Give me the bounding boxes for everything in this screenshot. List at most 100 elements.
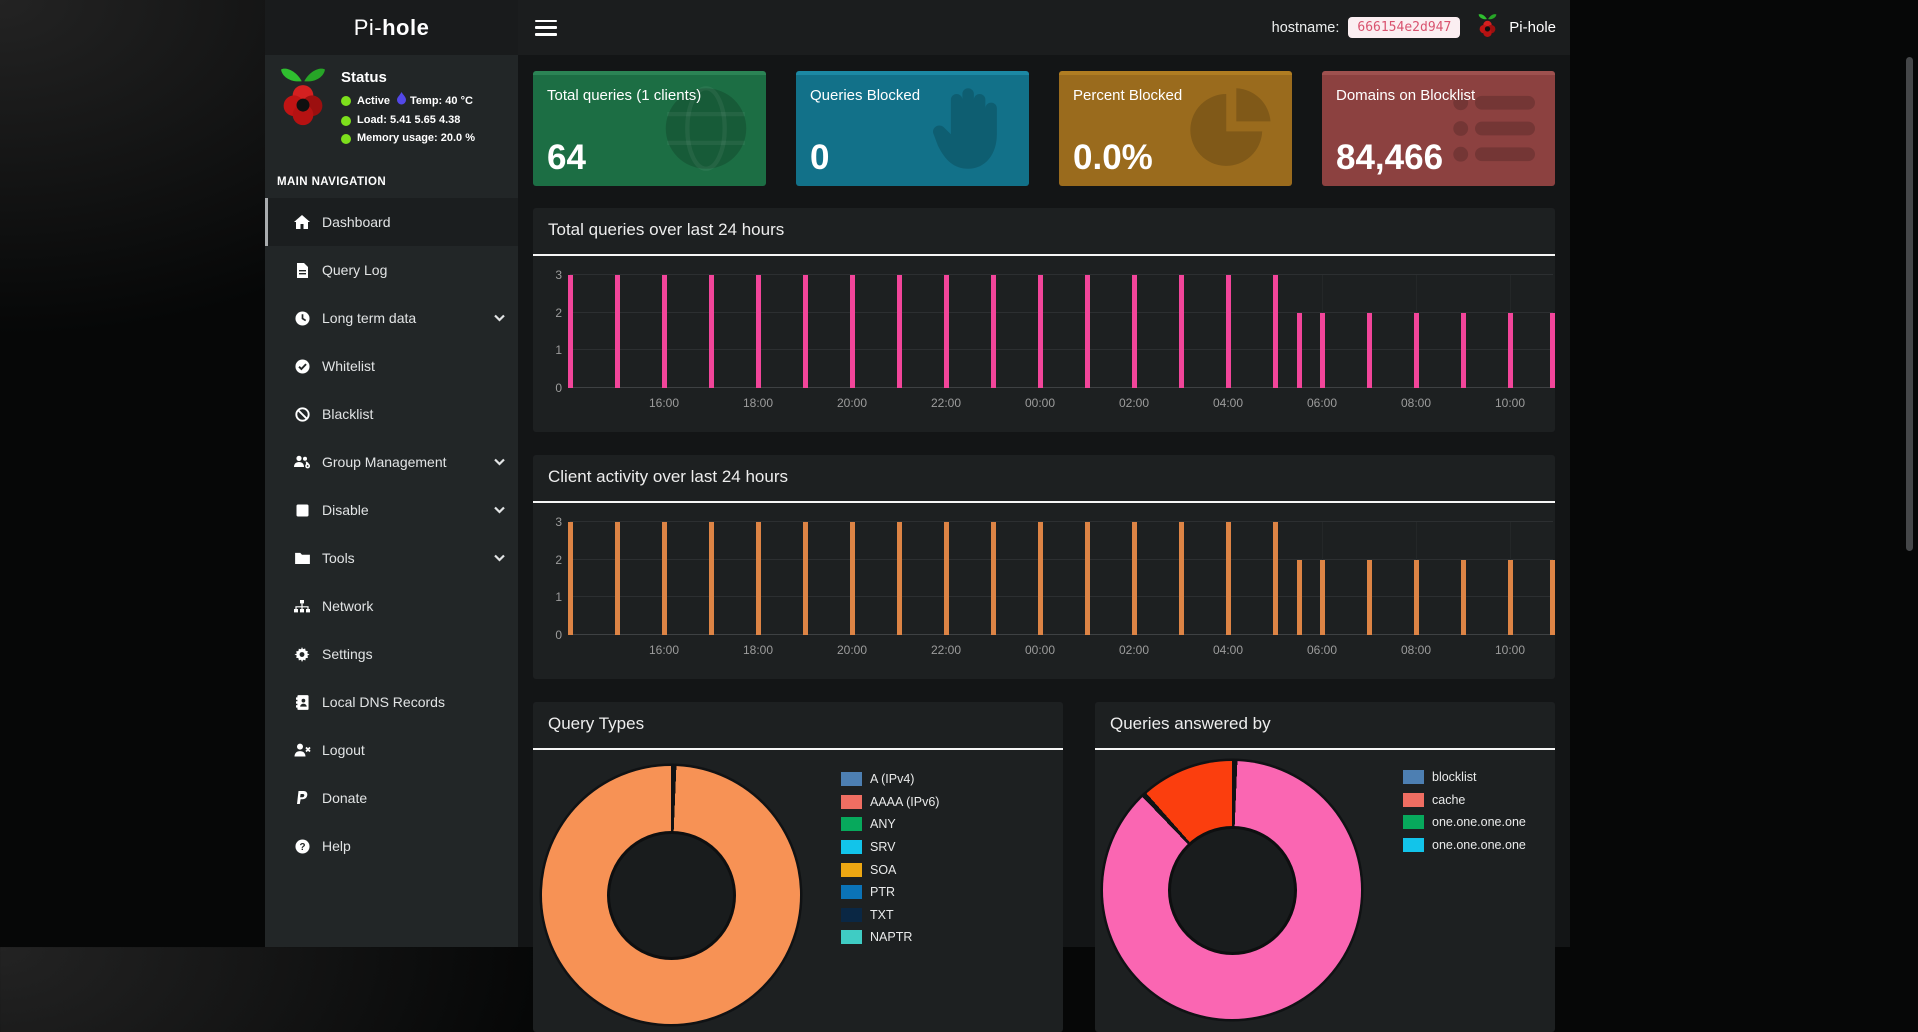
legend-item[interactable]: TXT (841, 904, 939, 927)
raspberry-icon (1477, 13, 1498, 43)
bottom-panels-row: Query Types A (IPv4) AAAA (IPv6)ANY SRV SOA… (533, 702, 1555, 1032)
chart-bar (1320, 560, 1325, 635)
x-axis-tick: 18:00 (743, 643, 773, 657)
sidebar-item-help[interactable]: ?Help (265, 822, 518, 870)
sidebar-item-label: Settings (322, 646, 373, 662)
chart-bar (1414, 313, 1419, 388)
legend-item[interactable]: PTR (841, 881, 939, 904)
legend-item[interactable]: A (IPv4) (841, 768, 939, 791)
memory-value: 20.0 % (441, 131, 475, 146)
status-box: Status Active Temp: 40 °C Load: 5.41 5.6… (265, 55, 518, 154)
sidebar-item-long-term-data[interactable]: Long term data (265, 294, 518, 342)
sidebar-item-query-log[interactable]: Query Log (265, 246, 518, 294)
legend-label: SRV (870, 840, 895, 854)
chart-bar (1320, 313, 1325, 388)
chart-bar (662, 522, 667, 635)
legend-item[interactable]: cache (1403, 789, 1526, 812)
chart-bar (1179, 275, 1184, 388)
y-axis-tick: 3 (540, 515, 562, 529)
chart-bar (709, 275, 714, 388)
x-axis-tick: 08:00 (1401, 643, 1431, 657)
legend-label: one.one.one.one (1432, 815, 1526, 829)
card-total-queries[interactable]: Total queries (1 clients)64 (533, 71, 766, 186)
status-active-row: Active Temp: 40 °C (341, 92, 475, 110)
y-axis-tick: 2 (540, 306, 562, 320)
legend-item[interactable]: blocklist (1403, 766, 1526, 789)
sidebar-item-network[interactable]: Network (265, 582, 518, 630)
chart-bar (944, 522, 949, 635)
legend-label: A (IPv4) (870, 772, 914, 786)
legend-swatch (841, 863, 862, 877)
sidebar-item-label: Local DNS Records (322, 694, 445, 710)
y-axis-tick: 3 (540, 268, 562, 282)
card-percent-blocked[interactable]: Percent Blocked0.0% (1059, 71, 1292, 186)
sidebar-section-label: MAIN NAVIGATION (265, 154, 518, 198)
chart-bar (1085, 275, 1090, 388)
queries-answered-by-panel: Queries answered by blocklistcacheone.on… (1095, 702, 1555, 1032)
x-axis-tick: 04:00 (1213, 643, 1243, 657)
chart-bar (1132, 522, 1137, 635)
legend-item[interactable]: SOA (841, 858, 939, 881)
x-axis-tick: 20:00 (837, 396, 867, 410)
x-axis-tick: 02:00 (1119, 643, 1149, 657)
legend-label: blocklist (1432, 770, 1476, 784)
legend-swatch (841, 772, 862, 786)
chart-bar (897, 275, 902, 388)
sidebar-item-disable[interactable]: Disable (265, 486, 518, 534)
panel-title: Total queries over last 24 hours (548, 220, 784, 239)
panel-title: Query Types (548, 714, 644, 733)
legend-swatch (841, 908, 862, 922)
vertical-scrollbar[interactable] (1906, 57, 1913, 551)
queries-answered-by-donut-chart[interactable] (1103, 761, 1361, 1019)
x-axis-tick: 00:00 (1025, 643, 1055, 657)
sidebar-item-blacklist[interactable]: Blacklist (265, 390, 518, 438)
sidebar-item-group-management[interactable]: Group Management (265, 438, 518, 486)
sidebar-item-whitelist[interactable]: Whitelist (265, 342, 518, 390)
chart-bar (662, 275, 667, 388)
x-axis-tick: 18:00 (743, 396, 773, 410)
status-memory-row: Memory usage: 20.0 % (341, 131, 475, 146)
check-circle-icon (293, 358, 311, 374)
sidebar-item-dashboard[interactable]: Dashboard (265, 198, 518, 246)
legend-item[interactable]: NAPTR (841, 926, 939, 949)
legend-swatch (1403, 838, 1424, 852)
sidebar-item-settings[interactable]: Settings (265, 630, 518, 678)
sidebar-item-tools[interactable]: Tools (265, 534, 518, 582)
legend-item[interactable]: one.one.one.one (1403, 834, 1526, 857)
navbar-right: hostname: 666154e2d947 Pi-hole (1272, 13, 1556, 43)
gear-icon (293, 646, 311, 662)
sidebar-item-local-dns-records[interactable]: Local DNS Records (265, 678, 518, 726)
legend-item[interactable]: one.one.one.one (1403, 811, 1526, 834)
app-logo[interactable]: Pi-hole (265, 0, 518, 55)
total-queries-chart[interactable]: 012316:0018:0020:0022:0000:0002:0004:000… (533, 258, 1555, 432)
navbar-main: hostname: 666154e2d947 Pi-hole (518, 0, 1570, 55)
sidebar-toggle-icon[interactable] (535, 20, 557, 36)
sitemap-icon (293, 598, 311, 614)
query-types-legend: A (IPv4) AAAA (IPv6)ANY SRV SOAPTRTXTNAPTR (841, 768, 939, 949)
query-types-donut-chart[interactable] (542, 766, 800, 1024)
chart-bar (944, 275, 949, 388)
sidebar-item-logout[interactable]: Logout (265, 726, 518, 774)
sidebar-menu: DashboardQuery LogLong term dataWhitelis… (265, 198, 518, 870)
x-axis-tick: 04:00 (1213, 396, 1243, 410)
paypal-icon (293, 790, 311, 806)
chart-bar (1273, 522, 1278, 635)
chart-bar (803, 522, 808, 635)
y-axis-tick: 2 (540, 553, 562, 567)
legend-item[interactable]: AAAA (IPv6) (841, 791, 939, 814)
x-axis-tick: 06:00 (1307, 643, 1337, 657)
legend-swatch (1403, 815, 1424, 829)
legend-item[interactable]: SRV (841, 836, 939, 859)
y-axis-tick: 1 (540, 590, 562, 604)
card-domains-blocked[interactable]: Domains on Blocklist84,466 (1322, 71, 1555, 186)
sidebar-item-donate[interactable]: Donate (265, 774, 518, 822)
chart-bar (1273, 275, 1278, 388)
chart-bar (1179, 522, 1184, 635)
card-queries-blocked[interactable]: Queries Blocked0 (796, 71, 1029, 186)
client-activity-chart[interactable]: 012316:0018:0020:0022:0000:0002:0004:000… (533, 505, 1555, 679)
card-value: 0 (810, 138, 829, 178)
top-navbar: Pi-hole hostname: 666154e2d947 (265, 0, 1570, 55)
y-axis-tick: 0 (540, 381, 562, 395)
legend-item[interactable]: ANY (841, 813, 939, 836)
chevron-down-icon (494, 462, 503, 471)
